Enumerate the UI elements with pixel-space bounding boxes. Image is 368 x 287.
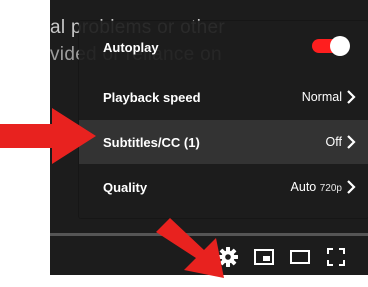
menu-item-label: Playback speed (103, 89, 201, 105)
menu-item-value: Auto 720p (291, 180, 342, 194)
menu-item-label: Subtitles/CC (1) (103, 134, 200, 150)
toggle-knob (330, 36, 350, 56)
quality-resolution: 720p (319, 183, 342, 194)
chevron-right-icon (347, 180, 356, 194)
settings-gear-icon[interactable] (216, 245, 240, 269)
menu-item-autoplay[interactable]: Autoplay (79, 25, 368, 69)
menu-item-subtitles[interactable]: Subtitles/CC (1) Off (79, 120, 368, 164)
menu-item-label: Autoplay (103, 39, 159, 55)
menu-item-value: Normal (301, 90, 342, 104)
quality-value: Auto (290, 180, 317, 194)
menu-item-value: Off (325, 135, 342, 149)
theater-mode-icon[interactable] (288, 245, 312, 269)
player-controls (50, 238, 368, 275)
menu-item-playback-speed[interactable]: Playback speed Normal (79, 75, 368, 119)
autoplay-toggle[interactable] (312, 36, 350, 56)
menu-item-quality[interactable]: Quality Auto 720p (79, 165, 368, 209)
miniplayer-icon[interactable] (252, 245, 276, 269)
menu-item-label: Quality (103, 179, 148, 195)
chevron-right-icon (347, 90, 356, 104)
settings-menu: Autoplay Playback speed Normal Subtitles… (79, 21, 368, 218)
progress-bar[interactable] (50, 233, 368, 236)
chevron-right-icon (347, 135, 356, 149)
fullscreen-icon[interactable] (324, 245, 348, 269)
